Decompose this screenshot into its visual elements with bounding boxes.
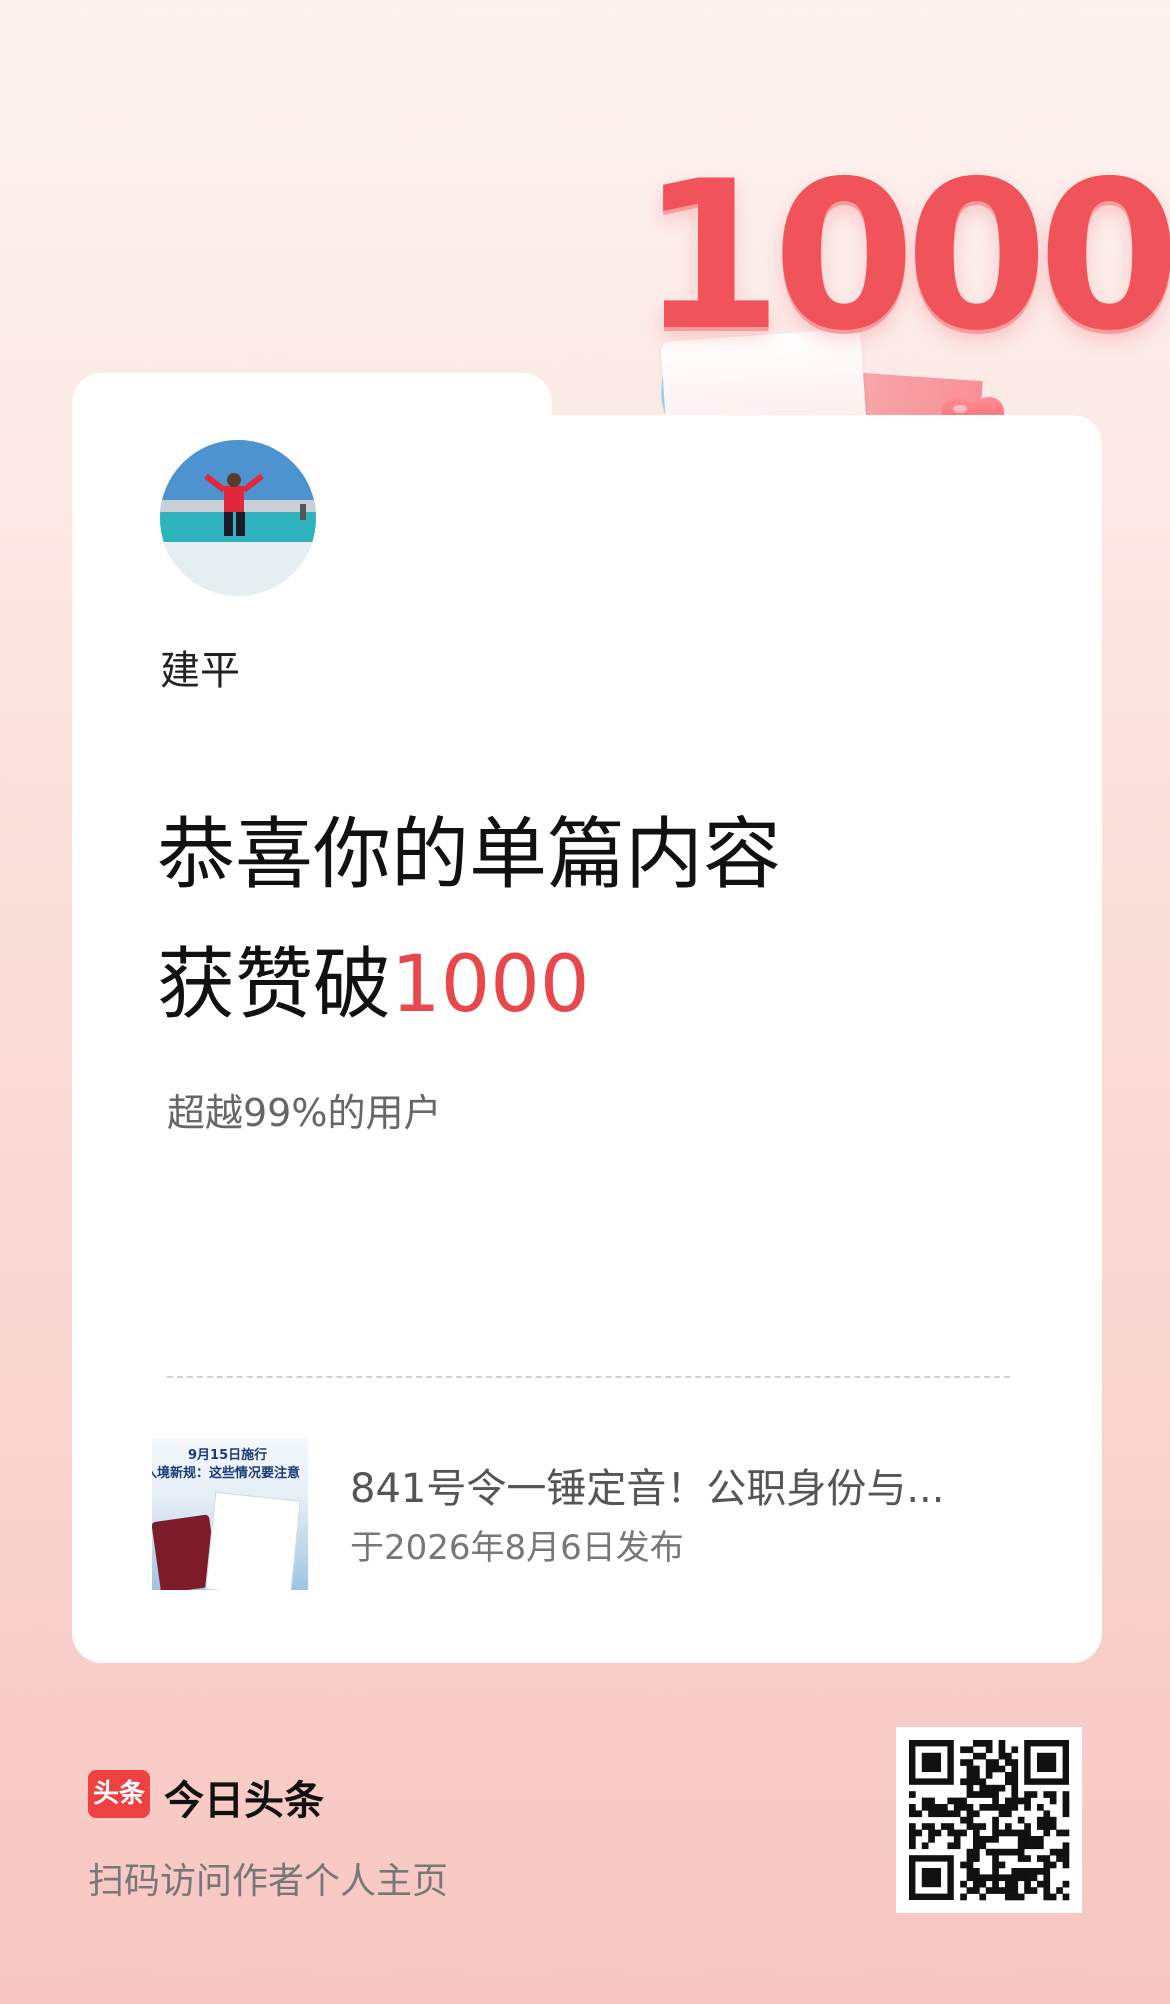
headline: 恭喜你的单篇内容 获赞破1000 xyxy=(157,790,1057,1050)
toutiao-logo: 头条 xyxy=(88,1770,150,1818)
thumbnail-caption-2: 入境新规：这些情况要注意 xyxy=(152,1466,301,1481)
article-title[interactable]: 841号令一锤定音！公职身份与... xyxy=(350,1456,945,1514)
brand-name: 今日头条 xyxy=(164,1778,324,1824)
qr-code-image xyxy=(909,1740,1070,1901)
author-name[interactable]: 建平 xyxy=(160,638,240,696)
article-thumbnail[interactable]: 9月15日施行 入境新规：这些情况要注意 xyxy=(152,1438,308,1590)
avatar-photo xyxy=(160,440,316,596)
thumbnail-caption-1: 9月15日施行 xyxy=(188,1448,268,1463)
avatar[interactable] xyxy=(160,440,316,596)
article-date: 于2026年8月6日发布 xyxy=(350,1528,684,1568)
document-image xyxy=(205,1491,301,1590)
headline-line2-prefix: 获赞破 xyxy=(157,940,392,1030)
headline-like-count: 1000 xyxy=(391,940,590,1030)
badge-number: 1000 xyxy=(640,138,1170,376)
headline-line2: 获赞破1000 xyxy=(157,920,1057,1050)
qr-code[interactable] xyxy=(896,1727,1082,1913)
dashed-divider xyxy=(167,1376,1010,1378)
percentile-text: 超越99%的用户 xyxy=(167,1091,442,1135)
headline-line1: 恭喜你的单篇内容 xyxy=(157,810,782,900)
scan-tip: 扫码访问作者个人主页 xyxy=(88,1861,449,1902)
